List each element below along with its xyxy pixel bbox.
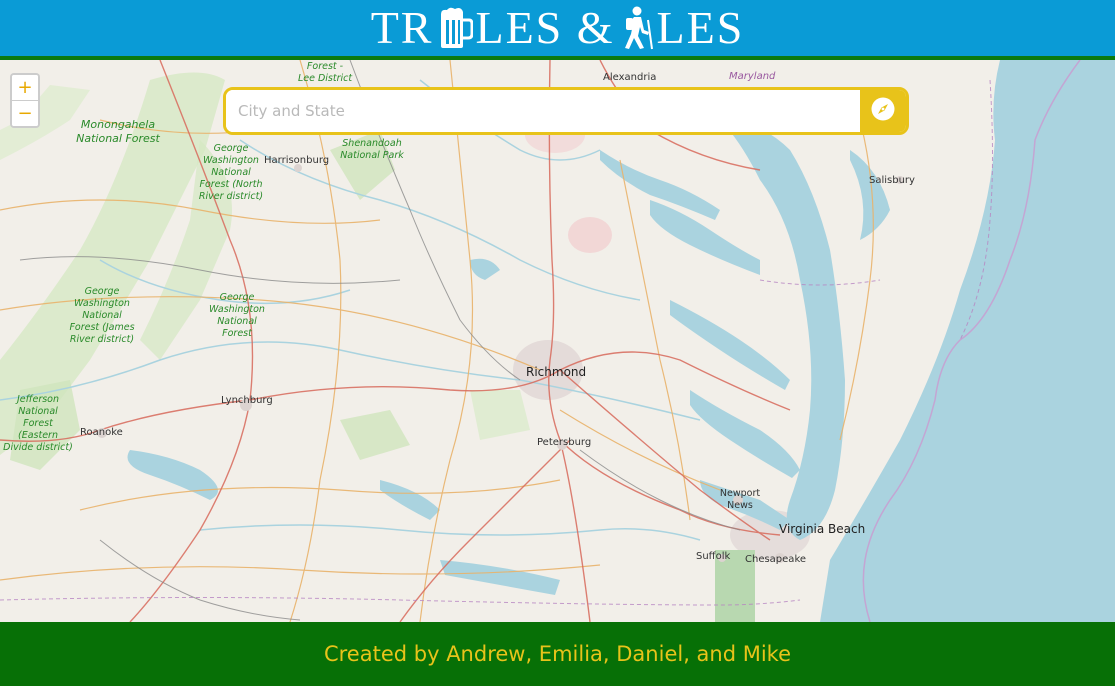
map-view[interactable]: Alexandria Maryland Forest - Lee Distric… [0,60,1115,622]
city-state-search-input[interactable] [226,90,860,132]
map-label-harrisonburg: Harrisonburg [264,155,330,166]
map-label-lynchburg: Lynchburg [221,395,273,406]
map-tiles [0,60,1115,622]
site-logo[interactable]: TR LES & LES [371,5,745,51]
map-label-petersburg: Petersburg [537,437,592,448]
logo-text-end: LES [656,2,745,53]
map-label-chesapeake: Chesapeake [745,554,807,565]
logo-text-middle: LES & [475,2,615,53]
map-label-shenandoah: Shenandoah National Park [340,138,404,161]
map-label-forest-lee: Forest - Lee District [297,61,353,84]
map-label-newport-news: Newport News [719,488,761,511]
compass-icon [870,96,896,127]
beer-mug-icon [435,6,474,50]
search-button[interactable] [860,90,906,132]
site-footer: Created by Andrew, Emilia, Daniel, and M… [0,622,1115,686]
footer-prefix: Created by [323,642,447,666]
map-label-gw-north: George Washington National Forest (North… [198,143,264,202]
map-label-monongahela: Monongahela National Forest [76,118,160,145]
map-label-alexandria: Alexandria [603,72,657,83]
zoom-in-button[interactable]: + [12,75,38,100]
map-label-gw-james: George Washington National Forest (James… [69,286,135,345]
zoom-out-button[interactable]: − [12,100,38,126]
map-label-gw-forest: George Washington National Forest [209,292,265,339]
site-header: TR LES & LES [0,0,1115,60]
map-label-jefferson: Jefferson National Forest (Eastern Divid… [3,394,73,453]
footer-author-names[interactable]: Andrew, Emilia, Daniel, and Mike [446,642,791,666]
map-label-salisbury: Salisbury [869,175,915,186]
map-label-virginia-beach: Virginia Beach [779,522,866,536]
map-label-roanoke: Roanoke [80,427,123,438]
map-label-suffolk: Suffolk [696,551,731,562]
search-bar [223,87,909,135]
map-label-richmond: Richmond [526,365,587,379]
zoom-control: + − [10,73,40,128]
logo-text-start: TR [370,2,434,53]
map-label-maryland: Maryland [729,71,776,82]
hiker-icon [617,6,655,50]
